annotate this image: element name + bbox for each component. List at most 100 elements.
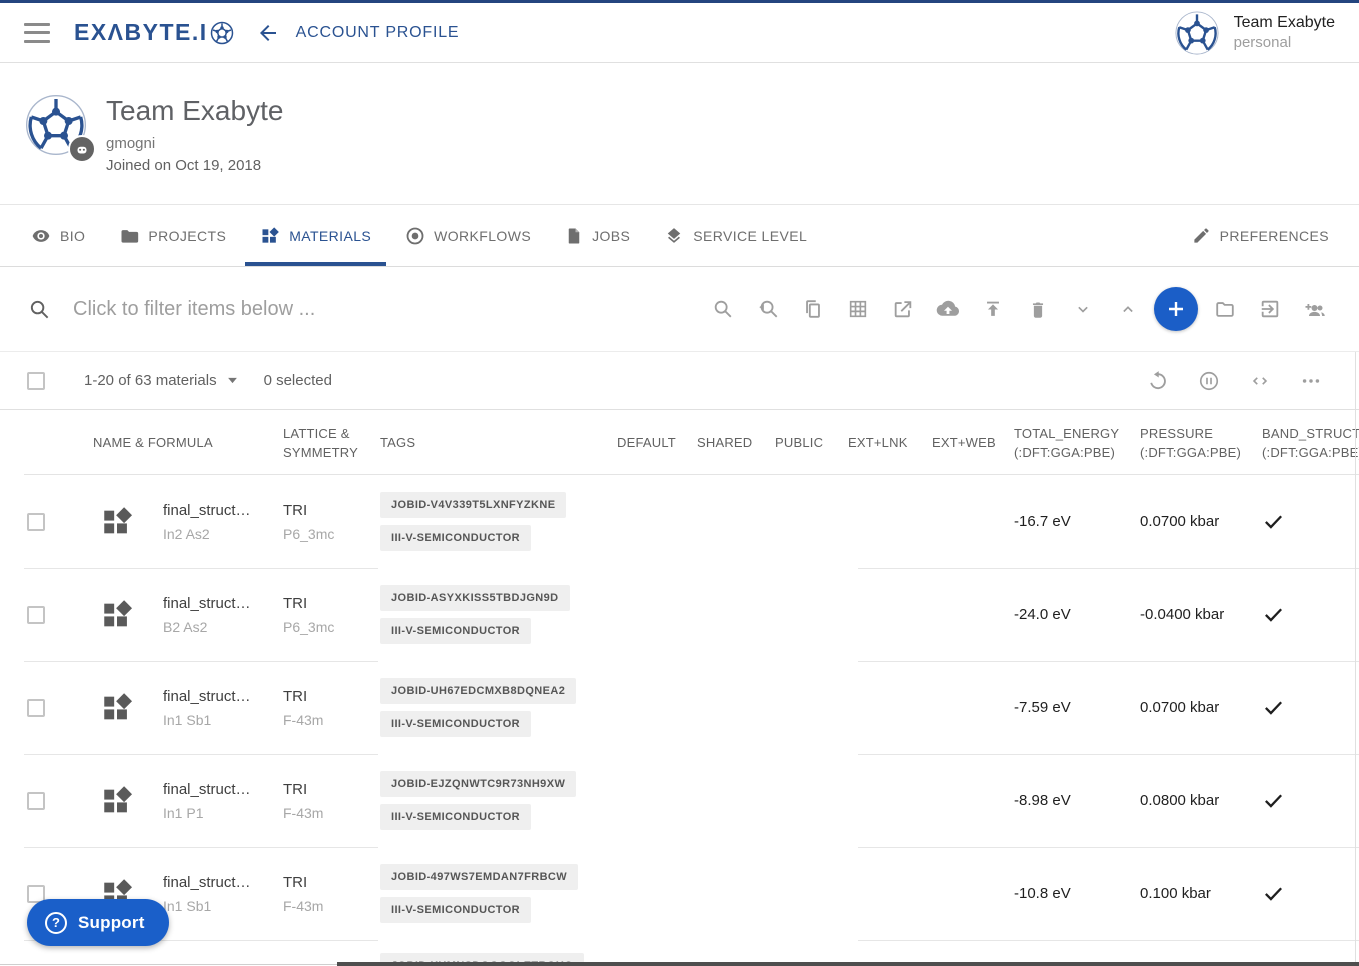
ext-lnk-cell [848, 847, 932, 940]
copy-button[interactable] [790, 289, 835, 329]
row-checkbox[interactable] [27, 512, 45, 531]
share-with-team-button[interactable] [1292, 289, 1337, 329]
tab-preferences[interactable]: PREFERENCES [1177, 205, 1335, 266]
row-checkbox[interactable] [27, 605, 45, 624]
default-cell [617, 754, 697, 847]
tag-chip[interactable]: JOBID-UH67EDCMXB8DQNEA2 [380, 678, 577, 704]
material-icon [104, 692, 133, 719]
col-lattice: LATTICE & [283, 425, 350, 441]
row-checkbox[interactable] [27, 791, 45, 810]
cloud-upload-button[interactable] [925, 289, 970, 329]
ext-lnk-cell [848, 754, 932, 847]
select-all-checkbox[interactable] [27, 371, 45, 390]
material-name[interactable]: final_struct… [163, 595, 251, 612]
search-button[interactable] [700, 289, 745, 329]
filter-bar [0, 267, 1359, 352]
tab-jobs[interactable]: JOBS [550, 205, 645, 266]
upload-button[interactable] [970, 289, 1015, 329]
back-arrow-icon[interactable] [256, 21, 280, 45]
col-pressure: PRESSURE [1140, 425, 1214, 441]
tag-chip[interactable]: III-V-SEMICONDUCTOR [380, 897, 532, 923]
materials-table: NAME & FORMULA LATTICE & SYMMETRY TAGS D… [0, 410, 1359, 966]
public-cell [775, 754, 848, 847]
public-cell [775, 847, 848, 940]
tab-bio[interactable]: BIO [16, 205, 100, 266]
plus-icon [1169, 302, 1183, 316]
default-cell [617, 847, 697, 940]
row-checkbox[interactable] [27, 698, 45, 717]
pressure-value: 0.0700 kbar [1140, 513, 1220, 530]
folder-button[interactable] [1202, 289, 1247, 329]
tab-projects[interactable]: PROJECTS [104, 205, 241, 266]
material-name[interactable]: final_struct… [163, 781, 251, 798]
material-icon [104, 785, 133, 812]
grid-view-button[interactable] [835, 289, 880, 329]
collapse-up-button[interactable] [1105, 289, 1150, 329]
pagination-dropdown[interactable]: 1-20 of 63 materials [84, 372, 238, 389]
table-row[interactable]: final_struct… In2 As2 TRI P6_3mc JOBID-V… [0, 475, 1359, 568]
checkmark-icon [1265, 515, 1283, 529]
tag-chip[interactable]: III-V-SEMICONDUCTOR [380, 525, 532, 551]
table-controls: 1-20 of 63 materials 0 selected [0, 352, 1359, 410]
tag-chip[interactable]: JOBID-EJZQNWTC9R73NH9XW [380, 771, 577, 797]
ext-lnk-cell [848, 475, 932, 568]
add-material-button[interactable] [1154, 287, 1198, 331]
collapse-down-button[interactable] [1060, 289, 1105, 329]
brand-logo[interactable]: EXΛBYTE.I [74, 19, 234, 46]
tag-chip[interactable]: JOBID-497WS7EMDAN7FRBCW [380, 864, 579, 890]
tag-chip[interactable]: III-V-SEMICONDUCTOR [380, 711, 532, 737]
page-title: ACCOUNT PROFILE [295, 23, 460, 41]
symmetry-group: F-43m [283, 711, 324, 728]
symmetry-group: P6_3mc [283, 525, 335, 542]
col-public: PUBLIC [775, 435, 824, 450]
vertical-scrollbar[interactable] [1355, 352, 1356, 962]
copy-icon [805, 300, 820, 318]
actions-toolbar [700, 287, 1337, 331]
filter-input[interactable] [73, 297, 513, 321]
tag-chip[interactable]: III-V-SEMICONDUCTOR [380, 804, 532, 830]
tab-materials[interactable]: MATERIALS [245, 205, 387, 266]
refresh-button[interactable] [1135, 361, 1180, 401]
table-row[interactable]: final_struct… In1 P1 TRI F-43m JOBID-EJZ… [0, 754, 1359, 847]
account-name: Team Exabyte [1233, 13, 1335, 31]
import-button[interactable] [1247, 289, 1292, 329]
delete-button[interactable] [1015, 289, 1060, 329]
account-menu[interactable]: Team Exabyte personal [1174, 10, 1335, 56]
shared-cell [697, 661, 775, 754]
material-icon [104, 506, 133, 533]
horizontal-scrollbar-thumb[interactable] [337, 962, 1359, 966]
support-button[interactable]: ? Support [27, 899, 169, 946]
table-row[interactable]: final_struct… In1 Sb1 TRI F-43m JOBID-49… [0, 847, 1359, 940]
material-name[interactable]: final_struct… [163, 688, 251, 705]
material-name[interactable]: final_struct… [163, 874, 251, 891]
table-row[interactable]: final_struct… In1 Sb1 TRI F-43m JOBID-UH… [0, 661, 1359, 754]
robot-badge-icon [68, 135, 96, 163]
table-row[interactable]: final_struct… B2 As2 TRI P6_3mc JOBID-AS… [0, 568, 1359, 661]
pause-button[interactable] [1186, 361, 1231, 401]
pressure-value: 0.100 kbar [1140, 885, 1211, 902]
tag-chip[interactable]: JOBID-V4V339T5LXNFYZKNE [380, 492, 567, 518]
code-view-button[interactable] [1237, 361, 1282, 401]
tab-workflows[interactable]: WORKFLOWS [390, 205, 546, 266]
more-options-button[interactable] [1288, 361, 1333, 401]
search-icon [30, 300, 49, 318]
tab-service-level[interactable]: SERVICE LEVEL [649, 205, 822, 266]
ext-web-cell [932, 568, 1014, 661]
tag-chip[interactable]: JOBID-ASYXKISS5TBDJGN9D [380, 585, 570, 611]
material-formula: In1 Sb1 [163, 711, 212, 728]
search-history-button[interactable] [745, 289, 790, 329]
open-in-new-button[interactable] [880, 289, 925, 329]
lattice-type: TRI [283, 594, 308, 612]
exit-to-app-icon [1261, 300, 1278, 318]
checkmark-icon [1265, 608, 1283, 622]
col-tags: TAGS [380, 435, 416, 450]
hamburger-menu-icon[interactable] [24, 22, 50, 43]
upload-icon [986, 301, 999, 316]
material-name[interactable]: final_struct… [163, 502, 251, 519]
material-icon [104, 599, 133, 626]
lattice-type: TRI [283, 780, 308, 798]
layers-icon [668, 227, 681, 243]
shared-cell [697, 568, 775, 661]
material-formula: In1 P1 [163, 804, 204, 821]
tag-chip[interactable]: III-V-SEMICONDUCTOR [380, 618, 532, 644]
